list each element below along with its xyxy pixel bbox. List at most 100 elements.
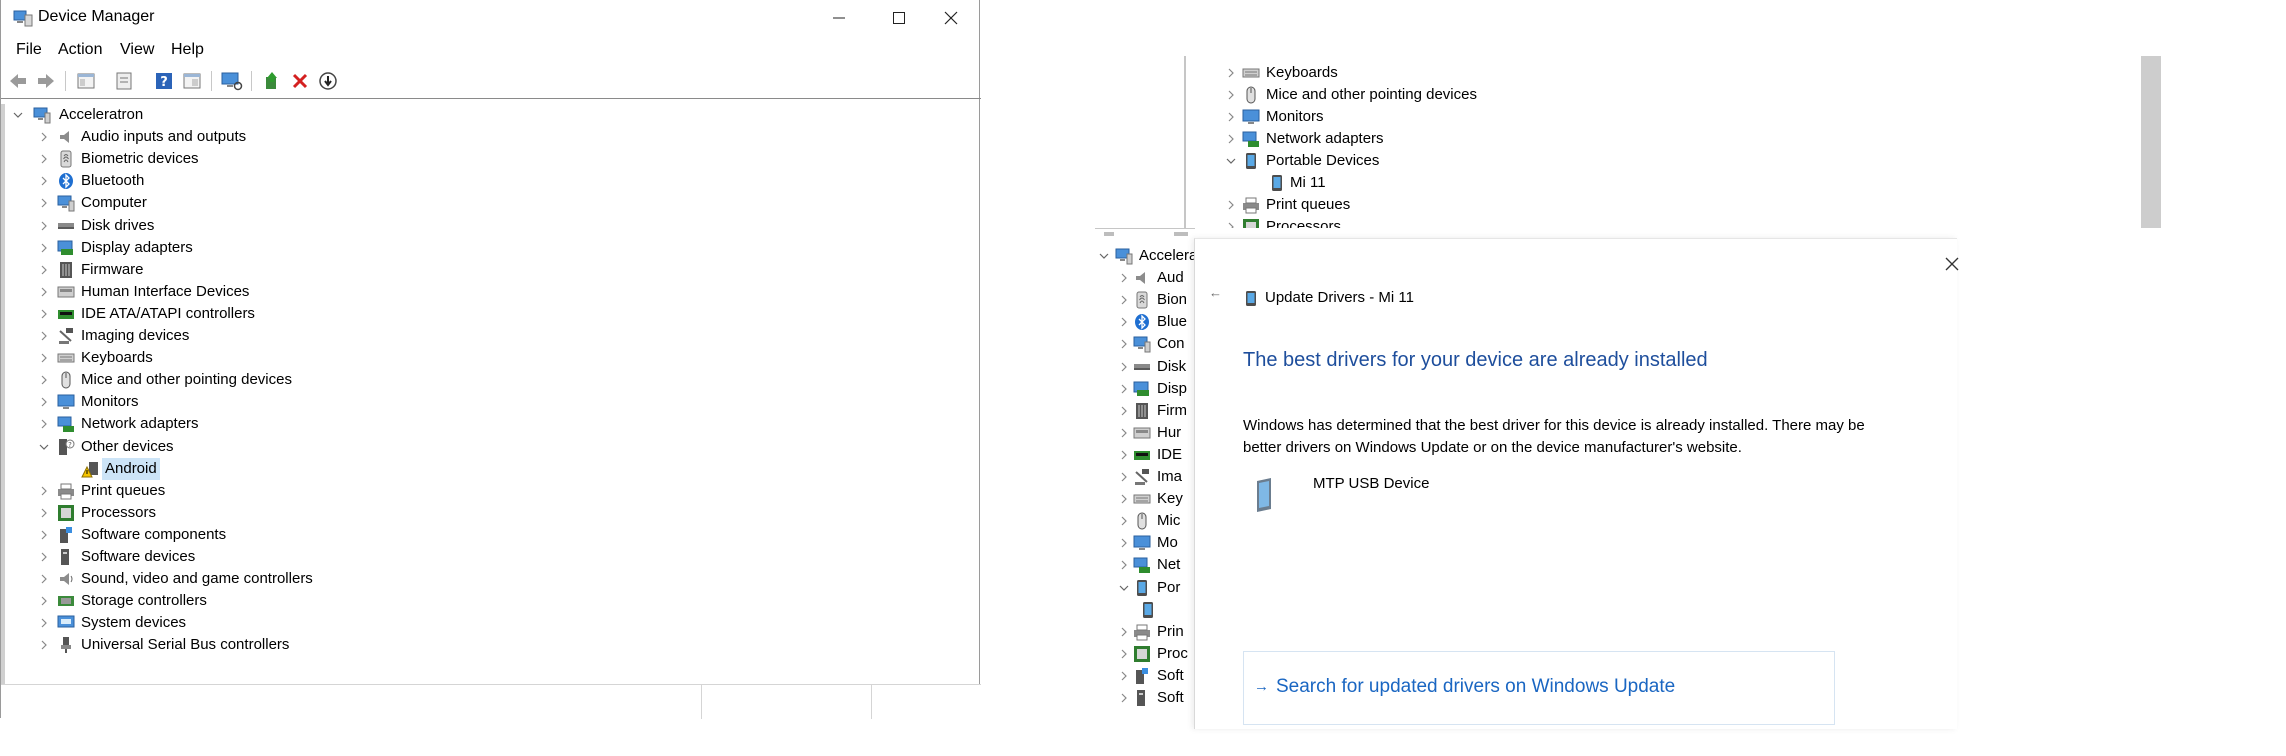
tree-category[interactable]: Imaging devices	[39, 325, 639, 347]
chevron-right-icon[interactable]	[1226, 128, 1236, 150]
tree-category[interactable]: IDE ATA/ATAPI controllers	[39, 303, 639, 325]
chevron-right-icon[interactable]	[1119, 311, 1129, 333]
tree-category[interactable]: Network adapters	[1226, 128, 1826, 150]
search-windows-update-link[interactable]: Search for updated drivers on Windows Up…	[1276, 676, 1675, 698]
update-driver-button[interactable]	[261, 70, 283, 92]
tree-category[interactable]: ? Other devices	[39, 436, 639, 458]
tree-category[interactable]: Processors	[1226, 216, 1826, 228]
tree-category[interactable]: Monitors	[39, 391, 639, 413]
uninstall-device-button[interactable]	[289, 70, 311, 92]
tree-category[interactable]: Print queues	[1226, 194, 1826, 216]
chevron-right-icon[interactable]	[1119, 554, 1129, 576]
chevron-right-icon[interactable]	[1226, 106, 1236, 128]
tree-category[interactable]: Key	[1119, 488, 1195, 510]
tree-category[interactable]: Disk	[1119, 356, 1195, 378]
tree-root[interactable]: Accelera	[1099, 245, 1195, 267]
tree-category[interactable]: Mo	[1119, 532, 1195, 554]
close-button[interactable]	[921, 0, 981, 36]
chevron-right-icon[interactable]	[1119, 378, 1129, 400]
tree-category[interactable]: Con	[1119, 333, 1195, 355]
chevron-right-icon[interactable]	[39, 391, 49, 413]
chevron-down-icon[interactable]	[1119, 577, 1129, 599]
chevron-right-icon[interactable]	[1119, 510, 1129, 532]
tree-category[interactable]: Proc	[1119, 643, 1195, 665]
tree-category[interactable]: Keyboards	[1226, 62, 1826, 84]
chevron-down-icon[interactable]	[39, 436, 49, 458]
tree-root[interactable]: Acceleratron	[13, 104, 613, 126]
chevron-right-icon[interactable]	[1119, 444, 1129, 466]
chevron-right-icon[interactable]	[39, 259, 49, 281]
tree-category[interactable]: Human Interface Devices	[39, 281, 639, 303]
chevron-right-icon[interactable]	[1119, 621, 1129, 643]
chevron-right-icon[interactable]	[39, 237, 49, 259]
menu-file[interactable]: File	[16, 41, 42, 59]
tree-category[interactable]: Disp	[1119, 378, 1195, 400]
chevron-right-icon[interactable]	[1119, 532, 1129, 554]
tree-category[interactable]: Firmware	[39, 259, 639, 281]
chevron-right-icon[interactable]	[1119, 289, 1129, 311]
disable-device-button[interactable]	[317, 70, 339, 92]
forward-button[interactable]	[35, 70, 57, 92]
chevron-right-icon[interactable]	[1119, 488, 1129, 510]
tree-category[interactable]: Firm	[1119, 400, 1195, 422]
menu-action[interactable]: Action	[58, 41, 102, 59]
title-bar[interactable]: Device Manager	[1, 0, 981, 36]
menu-view[interactable]: View	[120, 41, 154, 59]
scrollbar-thumb[interactable]	[2141, 56, 2161, 228]
tree-category[interactable]: Print queues	[39, 480, 639, 502]
chevron-right-icon[interactable]	[1226, 216, 1236, 228]
tree-category[interactable]: Por	[1119, 577, 1195, 599]
chevron-down-icon[interactable]	[1226, 150, 1236, 172]
tree-device[interactable]	[1139, 599, 1195, 621]
view-button[interactable]	[181, 70, 203, 92]
chevron-right-icon[interactable]	[39, 325, 49, 347]
chevron-right-icon[interactable]	[39, 568, 49, 590]
help-button[interactable]: ?	[153, 70, 175, 92]
chevron-right-icon[interactable]	[39, 369, 49, 391]
tree-category[interactable]: Audio inputs and outputs	[39, 126, 639, 148]
dialog-close-button[interactable]	[1939, 251, 1965, 277]
chevron-right-icon[interactable]	[1119, 643, 1129, 665]
chevron-right-icon[interactable]	[1119, 665, 1129, 687]
chevron-right-icon[interactable]	[39, 590, 49, 612]
chevron-right-icon[interactable]	[1226, 194, 1236, 216]
chevron-right-icon[interactable]	[1119, 466, 1129, 488]
tree-category[interactable]: Mice and other pointing devices	[1226, 84, 1826, 106]
chevron-right-icon[interactable]	[1119, 333, 1129, 355]
tree-category[interactable]: Network adapters	[39, 413, 639, 435]
tree-category[interactable]: Aud	[1119, 267, 1195, 289]
chevron-down-icon[interactable]	[13, 104, 23, 126]
tree-category[interactable]: Computer	[39, 192, 639, 214]
menu-help[interactable]: Help	[171, 41, 204, 59]
tree-category[interactable]: System devices	[39, 612, 639, 634]
tree-category[interactable]: Portable Devices	[1226, 150, 1826, 172]
tree-device[interactable]: Mi 11	[1268, 172, 1868, 194]
tree-category[interactable]: Mic	[1119, 510, 1195, 532]
tree-category[interactable]: Disk drives	[39, 215, 639, 237]
chevron-right-icon[interactable]	[1226, 62, 1236, 84]
chevron-right-icon[interactable]	[1119, 687, 1129, 709]
chevron-right-icon[interactable]	[1119, 422, 1129, 444]
tree-category[interactable]: Storage controllers	[39, 590, 639, 612]
chevron-right-icon[interactable]	[39, 502, 49, 524]
tree-category[interactable]: Prin	[1119, 621, 1195, 643]
tree-device[interactable]: Android	[81, 457, 681, 480]
chevron-right-icon[interactable]	[39, 480, 49, 502]
tree-category[interactable]: Monitors	[1226, 106, 1826, 128]
tree-category[interactable]: Biometric devices	[39, 148, 639, 170]
tree-category[interactable]: Sound, video and game controllers	[39, 568, 639, 590]
back-button[interactable]	[7, 70, 29, 92]
tree-category[interactable]: Display adapters	[39, 237, 639, 259]
chevron-right-icon[interactable]	[39, 634, 49, 656]
tree-category[interactable]: Universal Serial Bus controllers	[39, 634, 639, 656]
tree-category[interactable]: IDE	[1119, 444, 1195, 466]
console-tree-button[interactable]	[75, 70, 97, 92]
chevron-right-icon[interactable]	[39, 546, 49, 568]
chevron-right-icon[interactable]	[39, 347, 49, 369]
chevron-right-icon[interactable]	[39, 148, 49, 170]
tree-category[interactable]: Software components	[39, 524, 639, 546]
tree-category[interactable]: Soft	[1119, 687, 1195, 709]
tree-category[interactable]: Blue	[1119, 311, 1195, 333]
chevron-right-icon[interactable]	[1119, 356, 1129, 378]
chevron-right-icon[interactable]	[39, 612, 49, 634]
